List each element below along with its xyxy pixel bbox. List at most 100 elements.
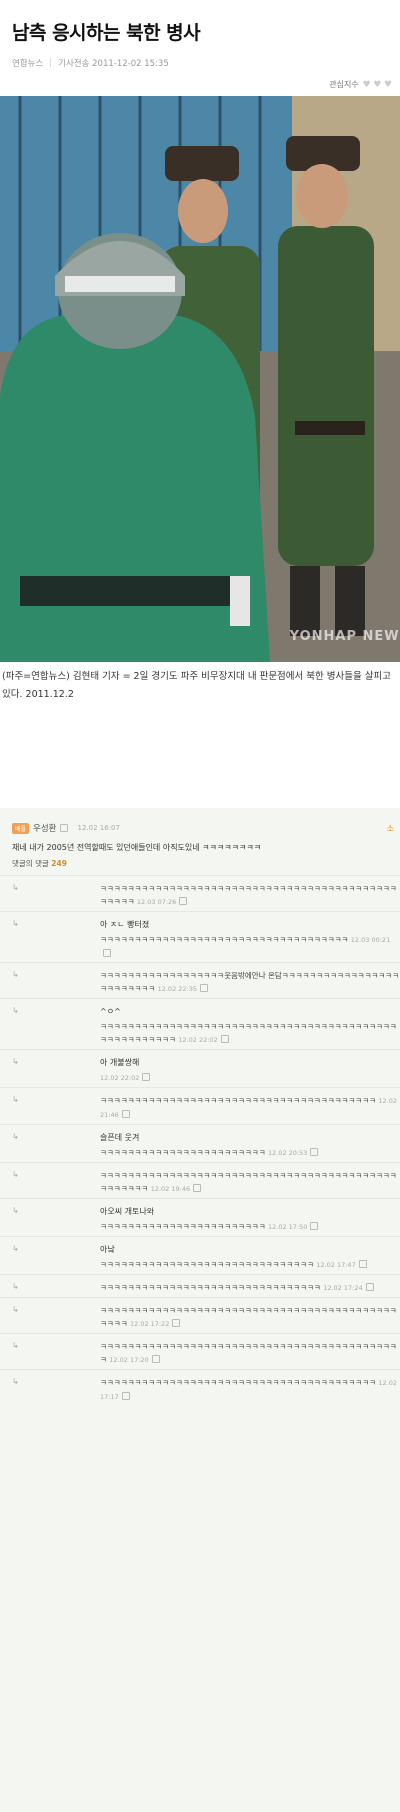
- comment-time: 12.02 16:07: [77, 824, 120, 832]
- reply-time: 12.03 07:26: [136, 898, 177, 906]
- reply-item: ↳ 아낰 ㅋㅋㅋㅋㅋㅋㅋㅋㅋㅋㅋㅋㅋㅋㅋㅋㅋㅋㅋㅋㅋㅋㅋㅋㅋㅋㅋㅋㅋㅋㅋ 12.02…: [0, 1236, 400, 1274]
- reply-count[interactable]: 댓글의 댓글 249: [0, 853, 400, 875]
- reply-body: ^ㅇ^ ㅋㅋㅋㅋㅋㅋㅋㅋㅋㅋㅋㅋㅋㅋㅋㅋㅋㅋㅋㅋㅋㅋㅋㅋㅋㅋㅋㅋㅋㅋㅋㅋㅋㅋㅋㅋㅋ…: [30, 1005, 400, 1047]
- meta-divider: |: [49, 58, 53, 68]
- reply-body: ㅋㅋㅋㅋㅋㅋㅋㅋㅋㅋㅋㅋㅋㅋㅋㅋㅋㅋㅋㅋㅋㅋㅋㅋㅋㅋㅋㅋㅋㅋㅋㅋㅋㅋㅋㅋㅋㅋㅋㅋ…: [30, 1376, 400, 1404]
- reply-text: ㅋㅋㅋㅋㅋㅋㅋㅋㅋㅋㅋㅋㅋㅋㅋㅋㅋㅋㅋㅋㅋㅋㅋㅋㅋㅋㅋㅋㅋㅋㅋㅋㅋㅋㅋㅋㅋㅋㅋㅋ…: [100, 1022, 397, 1044]
- reply-author[interactable]: 아 ㅈㄴ 빵터졌: [100, 918, 400, 931]
- reply-body: ㅋㅋㅋㅋㅋㅋㅋㅋㅋㅋㅋㅋㅋㅋㅋㅋㅋㅋㅋㅋㅋㅋㅋㅋㅋㅋㅋㅋㅋㅋㅋㅋㅋㅋㅋㅋㅋㅋㅋㅋ…: [30, 1094, 400, 1122]
- reply-arrow-icon: ↳: [12, 1206, 19, 1215]
- reply-body: 아 개불쌍해 12.02 22:02: [30, 1056, 400, 1085]
- news-photo: YONHAP NEWS: [0, 96, 400, 662]
- reply-time: 12.03 00:21: [350, 936, 391, 944]
- reply-body: ㅋㅋㅋㅋㅋㅋㅋㅋㅋㅋㅋㅋㅋㅋㅋㅋㅋㅋㅋㅋㅋㅋㅋㅋㅋㅋㅋㅋㅋㅋㅋㅋ 12.02 1…: [30, 1281, 400, 1295]
- reply-body: 아낰 ㅋㅋㅋㅋㅋㅋㅋㅋㅋㅋㅋㅋㅋㅋㅋㅋㅋㅋㅋㅋㅋㅋㅋㅋㅋㅋㅋㅋㅋㅋㅋ 12.02 …: [30, 1243, 400, 1272]
- comment-author[interactable]: 우성환: [33, 822, 56, 834]
- lock-icon: [358, 1260, 367, 1268]
- lock-icon: [103, 949, 111, 957]
- reply-body: ㅋㅋㅋㅋㅋㅋㅋㅋㅋㅋㅋㅋㅋㅋㅋㅋㅋㅋ웃음밖에안나 온담ㅋㅋㅋㅋㅋㅋㅋㅋㅋㅋㅋㅋㅋ…: [30, 969, 400, 996]
- reply-arrow-icon: ↳: [12, 1057, 19, 1066]
- lock-icon: [151, 1355, 160, 1363]
- reply-item: ↳ ㅋㅋㅋㅋㅋㅋㅋㅋㅋㅋㅋㅋㅋㅋㅋㅋㅋㅋㅋㅋㅋㅋㅋㅋㅋㅋㅋㅋㅋㅋㅋㅋㅋㅋㅋㅋㅋㅋㅋ…: [0, 875, 400, 911]
- reply-arrow-icon: ↳: [12, 1006, 19, 1015]
- reply-time: 12.02 17:22: [130, 1320, 170, 1328]
- reply-text: ㅋㅋㅋㅋㅋㅋㅋㅋㅋㅋㅋㅋㅋㅋㅋㅋㅋㅋㅋㅋㅋㅋㅋㅋㅋㅋㅋㅋㅋㅋㅋㅋㅋㅋㅋㅋㅋㅋㅋㅋ: [100, 1378, 376, 1387]
- heart-icon: ♥: [383, 79, 392, 90]
- lock-icon: [142, 1073, 151, 1081]
- reply-author[interactable]: 아 개불쌍해: [100, 1056, 400, 1069]
- reply-text: ㅋㅋㅋㅋㅋㅋㅋㅋㅋㅋㅋㅋㅋㅋㅋㅋㅋㅋㅋㅋㅋㅋㅋㅋ: [100, 1148, 266, 1157]
- reply-item: ↳ ㅋㅋㅋㅋㅋㅋㅋㅋㅋㅋㅋㅋㅋㅋㅋㅋㅋㅋㅋㅋㅋㅋㅋㅋㅋㅋㅋㅋㅋㅋㅋㅋㅋㅋㅋㅋㅋㅋㅋ…: [0, 1087, 400, 1124]
- watermark: YONHAP NEWS: [289, 629, 400, 644]
- reply-author[interactable]: 슬픈데 웃겨: [100, 1131, 400, 1144]
- reply-item: ↳ ㅋㅋㅋㅋㅋㅋㅋㅋㅋㅋㅋㅋㅋㅋㅋㅋㅋㅋㅋㅋㅋㅋㅋㅋㅋㅋㅋㅋㅋㅋㅋㅋㅋㅋㅋㅋㅋㅋㅋ…: [0, 1297, 400, 1333]
- reply-arrow-icon: ↳: [12, 970, 19, 979]
- reply-item: ↳ ㅋㅋㅋㅋㅋㅋㅋㅋㅋㅋㅋㅋㅋㅋㅋㅋㅋㅋㅋㅋㅋㅋㅋㅋㅋㅋㅋㅋㅋㅋㅋㅋ 12.02 …: [0, 1274, 400, 1297]
- reply-item: ↳ 아오씨 개토나와 ㅋㅋㅋㅋㅋㅋㅋㅋㅋㅋㅋㅋㅋㅋㅋㅋㅋㅋㅋㅋㅋㅋㅋㅋ 12.02 …: [0, 1198, 400, 1236]
- lock-icon: [121, 1392, 130, 1400]
- reply-text: ㅋㅋㅋㅋㅋㅋㅋㅋㅋㅋㅋㅋㅋㅋㅋㅋㅋㅋㅋㅋㅋㅋㅋㅋㅋㅋㅋㅋㅋㅋㅋㅋ: [100, 1283, 321, 1292]
- reply-arrow-icon: ↳: [12, 883, 19, 892]
- heart-icon: ♥: [373, 79, 382, 90]
- reply-arrow-icon: ↳: [12, 1341, 19, 1350]
- reply-item: ↳ ㅋㅋㅋㅋㅋㅋㅋㅋㅋㅋㅋㅋㅋㅋㅋㅋㅋㅋㅋㅋㅋㅋㅋㅋㅋㅋㅋㅋㅋㅋㅋㅋㅋㅋㅋㅋㅋㅋㅋ…: [0, 1369, 400, 1406]
- heart-icon: ♥: [362, 79, 371, 90]
- interest-hearts: ♥ ♥ ♥: [363, 80, 392, 90]
- reply-arrow-icon: ↳: [12, 919, 19, 928]
- article: 남측 응시하는 북한 병사 연합뉴스 | 기사전송 2011-12-02 15:…: [0, 0, 400, 808]
- reply-count-label: 댓글의 댓글: [12, 859, 49, 868]
- reply-time: 12.02 17:50: [268, 1223, 308, 1231]
- reply-item: ↳ 아 개불쌍해 12.02 22:02: [0, 1049, 400, 1087]
- interest-index: 관심지수 ♥ ♥ ♥: [0, 73, 400, 94]
- reply-body: ㅋㅋㅋㅋㅋㅋㅋㅋㅋㅋㅋㅋㅋㅋㅋㅋㅋㅋㅋㅋㅋㅋㅋㅋㅋㅋㅋㅋㅋㅋㅋㅋㅋㅋㅋㅋㅋㅋㅋㅋ…: [30, 1169, 400, 1196]
- reply-author[interactable]: 아낰: [100, 1243, 400, 1256]
- reply-arrow-icon: ↳: [12, 1170, 19, 1179]
- article-meta: 연합뉴스 | 기사전송 2011-12-02 15:35: [0, 53, 400, 73]
- reply-time: 12.02 17:47: [316, 1261, 356, 1269]
- reply-item: ↳ 슬픈데 웃겨 ㅋㅋㅋㅋㅋㅋㅋㅋㅋㅋㅋㅋㅋㅋㅋㅋㅋㅋㅋㅋㅋㅋㅋㅋ 12.02 20…: [0, 1124, 400, 1162]
- reply-arrow-icon: ↳: [12, 1095, 19, 1104]
- reply-author[interactable]: 아오씨 개토나와: [100, 1205, 400, 1218]
- interest-label: 관심지수: [329, 80, 359, 89]
- reply-text: ㅋㅋㅋㅋㅋㅋㅋㅋㅋㅋㅋㅋㅋㅋㅋㅋㅋㅋㅋㅋㅋㅋㅋㅋㅋㅋㅋㅋㅋㅋㅋㅋㅋㅋㅋㅋㅋㅋㅋㅋ…: [100, 1171, 397, 1193]
- reply-item: ↳ 아 ㅈㄴ 빵터졌 ㅋㅋㅋㅋㅋㅋㅋㅋㅋㅋㅋㅋㅋㅋㅋㅋㅋㅋㅋㅋㅋㅋㅋㅋㅋㅋㅋㅋㅋㅋㅋ…: [0, 911, 400, 962]
- reply-time: 12.02 20:53: [268, 1149, 308, 1157]
- reply-item: ↳ ^ㅇ^ ㅋㅋㅋㅋㅋㅋㅋㅋㅋㅋㅋㅋㅋㅋㅋㅋㅋㅋㅋㅋㅋㅋㅋㅋㅋㅋㅋㅋㅋㅋㅋㅋㅋㅋㅋㅋ…: [0, 998, 400, 1049]
- reply-text: ㅋㅋㅋㅋㅋㅋㅋㅋㅋㅋㅋㅋㅋㅋㅋㅋㅋㅋㅋㅋㅋㅋㅋㅋㅋㅋㅋㅋㅋㅋㅋㅋㅋㅋㅋㅋ: [100, 935, 349, 944]
- reply-item: ↳ ㅋㅋㅋㅋㅋㅋㅋㅋㅋㅋㅋㅋㅋㅋㅋㅋㅋㅋㅋㅋㅋㅋㅋㅋㅋㅋㅋㅋㅋㅋㅋㅋㅋㅋㅋㅋㅋㅋㅋ…: [0, 1162, 400, 1198]
- reply-arrow-icon: ↳: [12, 1282, 19, 1291]
- page-title: 남측 응시하는 북한 병사: [12, 22, 201, 44]
- reply-list: ↳ ㅋㅋㅋㅋㅋㅋㅋㅋㅋㅋㅋㅋㅋㅋㅋㅋㅋㅋㅋㅋㅋㅋㅋㅋㅋㅋㅋㅋㅋㅋㅋㅋㅋㅋㅋㅋㅋㅋㅋ…: [0, 875, 400, 1406]
- reply-text: ㅋㅋㅋㅋㅋㅋㅋㅋㅋㅋㅋㅋㅋㅋㅋㅋㅋㅋㅋㅋㅋㅋㅋㅋ: [100, 1222, 266, 1231]
- lock-icon: [310, 1148, 319, 1156]
- reply-author[interactable]: ^ㅇ^: [100, 1005, 400, 1018]
- lock-icon: [220, 1035, 229, 1043]
- comment-section: 베플 우성환 12.02 16:07 소 재네 내가 2005년 전역할때도 있…: [0, 808, 400, 1812]
- reply-body: 아오씨 개토나와 ㅋㅋㅋㅋㅋㅋㅋㅋㅋㅋㅋㅋㅋㅋㅋㅋㅋㅋㅋㅋㅋㅋㅋㅋ 12.02 1…: [30, 1205, 400, 1234]
- reply-body: 아 ㅈㄴ 빵터졌 ㅋㅋㅋㅋㅋㅋㅋㅋㅋㅋㅋㅋㅋㅋㅋㅋㅋㅋㅋㅋㅋㅋㅋㅋㅋㅋㅋㅋㅋㅋㅋㅋ…: [30, 918, 400, 960]
- reply-item: ↳ ㅋㅋㅋㅋㅋㅋㅋㅋㅋㅋㅋㅋㅋㅋㅋㅋㅋㅋㅋㅋㅋㅋㅋㅋㅋㅋㅋㅋㅋㅋㅋㅋㅋㅋㅋㅋㅋㅋㅋ…: [0, 1333, 400, 1369]
- reply-time: 12.02 22:02: [100, 1074, 140, 1082]
- best-badge: 베플: [12, 822, 30, 834]
- lock-icon: [179, 897, 188, 905]
- lock-icon: [310, 1222, 319, 1230]
- reply-body: 슬픈데 웃겨 ㅋㅋㅋㅋㅋㅋㅋㅋㅋㅋㅋㅋㅋㅋㅋㅋㅋㅋㅋㅋㅋㅋㅋㅋ 12.02 20:…: [30, 1131, 400, 1160]
- lock-icon: [172, 1319, 181, 1327]
- reply-arrow-icon: ↳: [12, 1377, 19, 1386]
- reply-text: ㅋㅋㅋㅋㅋㅋㅋㅋㅋㅋㅋㅋㅋㅋㅋㅋㅋㅋㅋㅋㅋㅋㅋㅋㅋㅋㅋㅋㅋㅋㅋ: [100, 1260, 314, 1269]
- lock-icon: [365, 1283, 374, 1291]
- lock-icon: [59, 824, 68, 832]
- reply-count-number: 249: [51, 859, 67, 868]
- article-source[interactable]: 연합뉴스: [12, 57, 43, 69]
- reply-time: 12.02 22:02: [178, 1036, 218, 1044]
- reply-time: 12.02 17:20: [109, 1356, 149, 1364]
- reply-arrow-icon: ↳: [12, 1305, 19, 1314]
- reply-item: ↳ ㅋㅋㅋㅋㅋㅋㅋㅋㅋㅋㅋㅋㅋㅋㅋㅋㅋㅋ웃음밖에안나 온담ㅋㅋㅋㅋㅋㅋㅋㅋㅋㅋㅋㅋ…: [0, 962, 400, 998]
- lock-icon: [200, 984, 208, 992]
- reply-arrow-icon: ↳: [12, 1244, 19, 1253]
- article-date: 기사전송 2011-12-02 15:35: [58, 59, 169, 69]
- reply-body: ㅋㅋㅋㅋㅋㅋㅋㅋㅋㅋㅋㅋㅋㅋㅋㅋㅋㅋㅋㅋㅋㅋㅋㅋㅋㅋㅋㅋㅋㅋㅋㅋㅋㅋㅋㅋㅋㅋㅋㅋ…: [30, 1340, 400, 1367]
- comment-corner-label[interactable]: 소: [387, 823, 394, 834]
- best-comment-header: 베플 우성환 12.02 16:07 소: [0, 812, 400, 834]
- lock-icon: [193, 1184, 202, 1192]
